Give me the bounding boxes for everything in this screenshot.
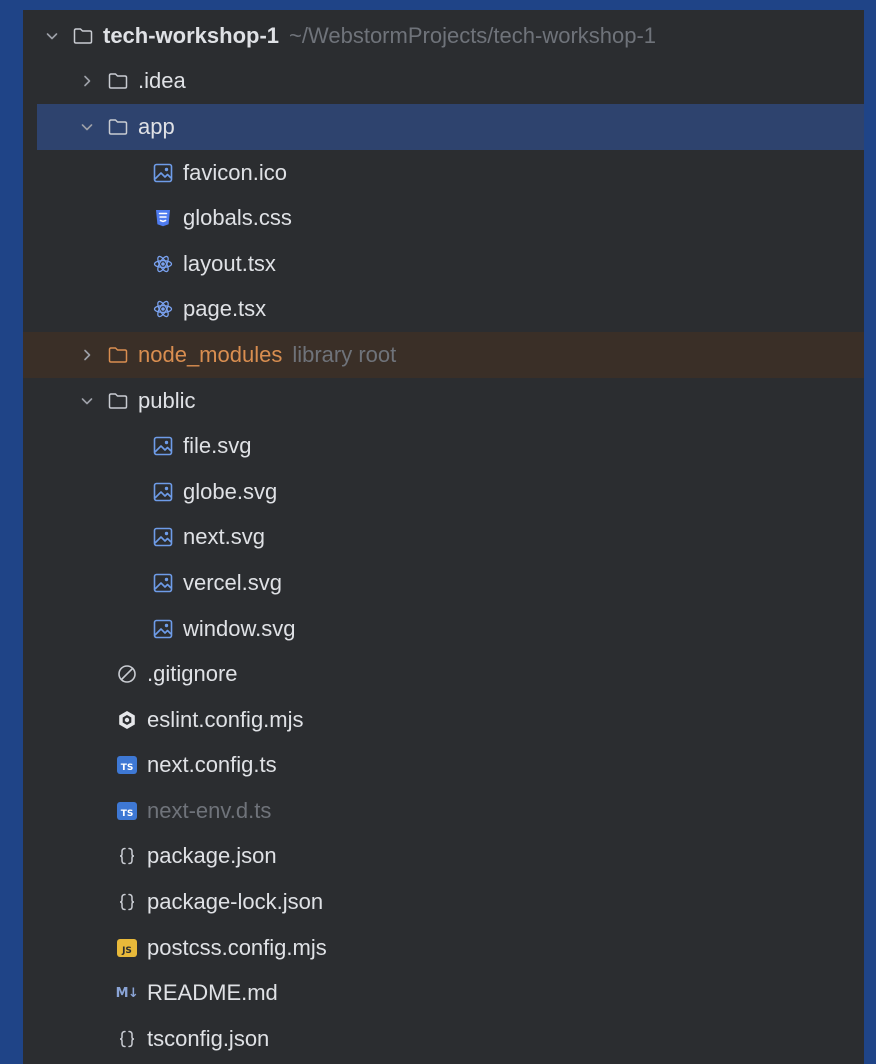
tree-row-project-root[interactable]: tech-workshop-1 ~/WebstormProjects/tech-… [23,13,864,59]
tree-row-file[interactable]: tsconfig.json [23,1016,864,1062]
image-file-icon [151,571,175,595]
chevron-right-icon[interactable] [76,70,98,92]
tree-row-file[interactable]: file.svg [23,423,864,469]
file-label: next.svg [183,524,265,550]
image-file-icon [151,525,175,549]
tree-row-file[interactable]: M↓ README.md [23,970,864,1016]
file-label: package.json [147,843,277,869]
file-label: layout.tsx [183,250,276,276]
project-tool-window: tech-workshop-1 ~/WebstormProjects/tech-… [23,10,864,1064]
file-label: window.svg [183,615,296,641]
folder-label: app [138,113,175,139]
image-file-icon [151,480,175,504]
tree-row-file[interactable]: favicon.ico [23,150,864,196]
folder-label: .idea [138,68,186,94]
file-label: next-env.d.ts [147,797,272,823]
file-label: vercel.svg [183,569,283,595]
file-label: README.md [147,980,278,1006]
eslint-icon [115,708,139,732]
library-root-hint: library root [292,341,397,367]
file-label: postcss.config.mjs [147,934,327,960]
folder-icon [71,24,95,48]
image-file-icon [151,617,175,641]
file-label: package-lock.json [147,889,324,915]
tree-row-file[interactable]: TS next.config.ts [23,743,864,789]
markdown-icon: M↓ [115,985,139,1001]
tree-row-folder-app[interactable]: app [37,104,864,150]
project-path: ~/WebstormProjects/tech-workshop-1 [289,22,657,48]
tree-row-file[interactable]: JS postcss.config.mjs [23,925,864,971]
folder-icon [106,343,130,367]
folder-label: public [138,387,196,413]
file-label: favicon.ico [183,159,287,185]
project-tree: tech-workshop-1 ~/WebstormProjects/tech-… [23,13,864,1062]
tree-row-file[interactable]: .gitignore [23,651,864,697]
file-label: .gitignore [147,661,238,687]
file-label: globals.css [183,205,292,231]
json-braces-icon [115,890,139,914]
tree-row-folder-public[interactable]: public [23,378,864,424]
file-label: tsconfig.json [147,1025,270,1051]
css-file-icon [151,206,175,230]
image-file-icon [151,434,175,458]
react-icon [151,297,175,321]
file-label: eslint.config.mjs [147,706,304,732]
tree-row-file[interactable]: eslint.config.mjs [23,697,864,743]
image-file-icon [151,161,175,185]
folder-icon [106,115,130,139]
file-label: file.svg [183,433,252,459]
chevron-down-icon[interactable] [76,390,98,412]
typescript-file-icon: TS [115,799,139,823]
tree-row-file[interactable]: globe.svg [23,469,864,515]
ignore-file-icon [115,662,139,686]
tree-row-file[interactable]: package.json [23,834,864,880]
file-label: next.config.ts [147,752,277,778]
chevron-down-icon[interactable] [41,25,63,47]
json-braces-icon [115,1027,139,1051]
folder-icon [106,389,130,413]
file-label: page.tsx [183,296,267,322]
file-label: globe.svg [183,478,278,504]
tree-row-file[interactable]: TS next-env.d.ts [23,788,864,834]
typescript-file-icon: TS [115,753,139,777]
tree-row-folder-idea[interactable]: .idea [23,59,864,105]
chevron-down-icon[interactable] [76,116,98,138]
tree-row-folder-node-modules[interactable]: node_modules library root [23,332,864,378]
tree-row-file[interactable]: page.tsx [23,287,864,333]
tree-row-file[interactable]: layout.tsx [23,241,864,287]
tree-row-file[interactable]: window.svg [23,606,864,652]
tree-row-file[interactable]: package-lock.json [23,879,864,925]
tree-row-file[interactable]: vercel.svg [23,560,864,606]
json-braces-icon [115,844,139,868]
javascript-file-icon: JS [115,936,139,960]
folder-icon [106,69,130,93]
tree-row-file[interactable]: globals.css [23,195,864,241]
project-name: tech-workshop-1 [103,22,280,48]
folder-label: node_modules [138,341,283,367]
react-icon [151,252,175,276]
chevron-right-icon[interactable] [76,344,98,366]
tree-row-file[interactable]: next.svg [23,515,864,561]
